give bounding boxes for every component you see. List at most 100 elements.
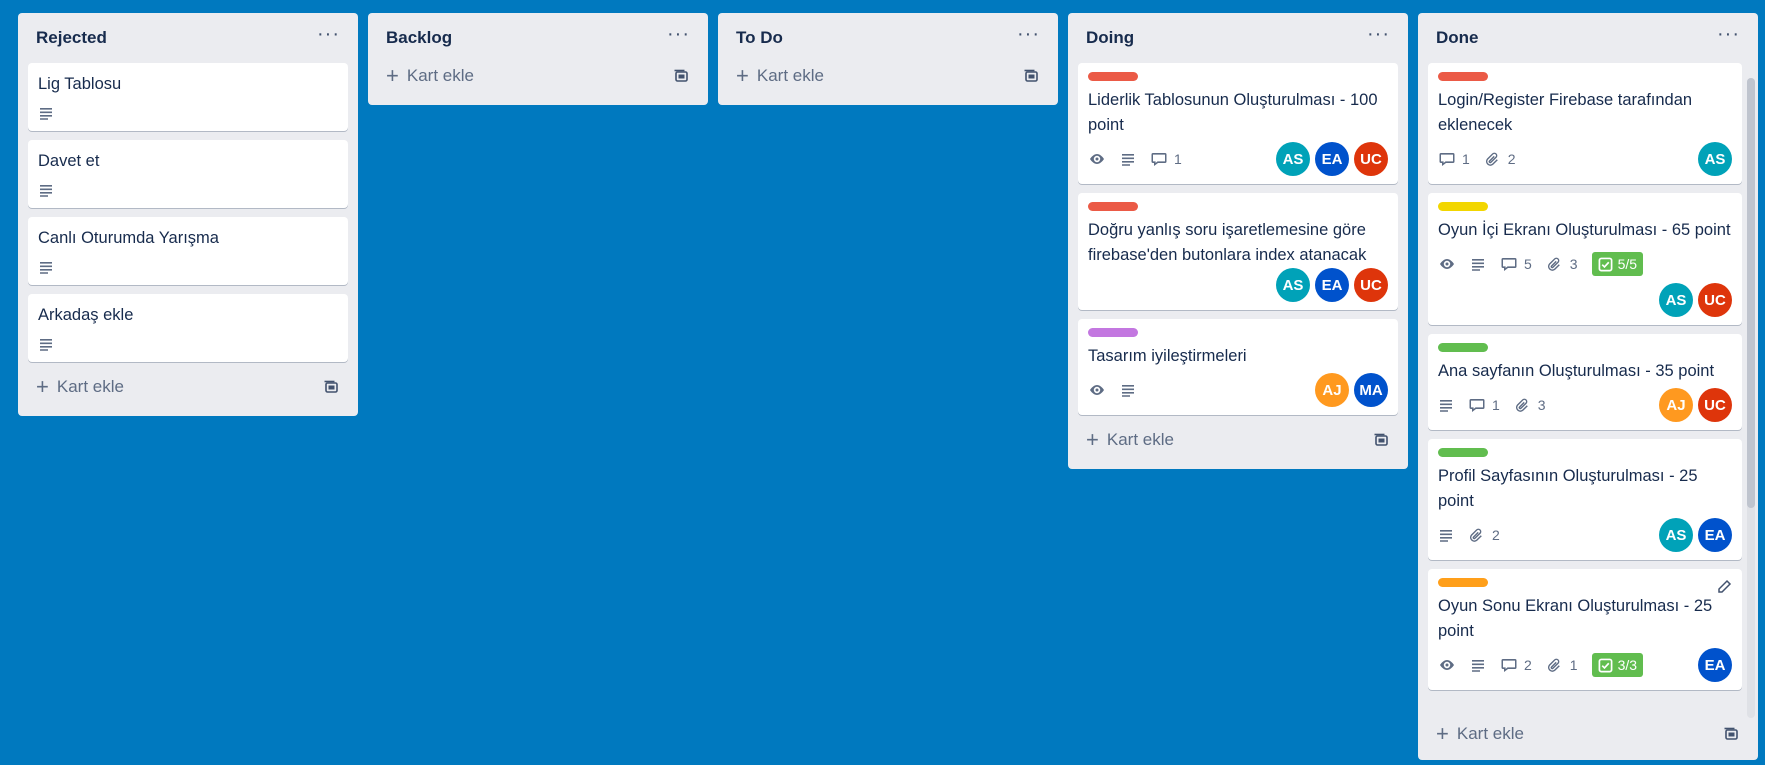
attachments-badge: 2 [1468,526,1500,544]
card-title: Davet et [38,152,100,170]
scrollbar[interactable] [1747,78,1755,718]
comment-icon [1150,150,1168,168]
list-title[interactable]: To Do [736,28,783,48]
list-backlog: Backlog ··· + Kart ekle [368,13,708,105]
list-menu-button[interactable]: ··· [1367,24,1390,52]
watch-badge [1438,656,1456,674]
attachment-count: 2 [1492,527,1500,543]
avatar[interactable]: AS [1698,142,1732,176]
watch-badge [1438,255,1456,273]
card-label-red[interactable] [1088,72,1138,81]
template-icon[interactable] [672,67,690,85]
card[interactable]: Oyun Sonu Ekranı Oluşturulması - 25 poin… [1428,569,1742,690]
attachments-badge: 3 [1546,255,1578,273]
card[interactable]: Lig Tablosu [28,63,348,131]
avatar[interactable]: UC [1354,268,1388,302]
attachment-count: 1 [1569,657,1578,673]
card-label-green[interactable] [1438,448,1488,457]
comment-count: 1 [1462,151,1470,167]
attachment-icon [1546,255,1564,273]
list-title[interactable]: Rejected [36,28,107,48]
comment-icon [1468,396,1486,414]
plus-icon: + [1436,721,1449,746]
list-menu-button[interactable]: ··· [667,24,690,52]
comment-count: 5 [1524,256,1532,272]
list-rejected: Rejected ··· Lig Tablosu Davet et Canlı … [18,13,358,416]
add-card-button[interactable]: + Kart ekle [36,376,124,398]
avatar[interactable]: UC [1354,142,1388,176]
list-title[interactable]: Done [1436,28,1479,48]
avatar[interactable]: MA [1354,373,1388,407]
checklist-count: 5/5 [1617,256,1638,272]
description-badge [1438,527,1454,543]
add-card-button[interactable]: + Kart ekle [736,65,824,87]
card[interactable]: Ana sayfanın Oluşturulması - 35 point 1 … [1428,334,1742,430]
comment-icon [1438,150,1456,168]
avatar[interactable]: AS [1659,518,1693,552]
card-label-yellow[interactable] [1438,202,1488,211]
card[interactable]: Davet et [28,140,348,208]
card-title: Canlı Oturumda Yarışma [38,229,219,247]
template-icon[interactable] [1022,67,1040,85]
description-icon [1120,382,1136,398]
avatar[interactable]: EA [1698,518,1732,552]
list-header: Doing ··· [1078,13,1398,63]
add-card-button[interactable]: + Kart ekle [386,65,474,87]
template-icon[interactable] [322,378,340,396]
list-menu-button[interactable]: ··· [1717,24,1740,52]
card[interactable]: Profil Sayfasının Oluşturulması - 25 poi… [1428,439,1742,560]
card[interactable]: Doğru yanlış soru işaretlemesine göre fi… [1078,193,1398,310]
card-label-purple[interactable] [1088,328,1138,337]
description-badge [1120,151,1136,167]
avatar[interactable]: AS [1276,268,1310,302]
card-label-green[interactable] [1438,343,1488,352]
card[interactable]: Oyun İçi Ekranı Oluşturulması - 65 point… [1428,193,1742,325]
list-done: Done ··· Login/Register Firebase tarafın… [1418,13,1758,760]
card[interactable]: Canlı Oturumda Yarışma [28,217,348,285]
attachment-icon [1514,396,1532,414]
card[interactable]: Arkadaş ekle [28,294,348,362]
avatar[interactable]: EA [1315,142,1349,176]
template-icon[interactable] [1372,431,1390,449]
list-menu-button[interactable]: ··· [1017,24,1040,52]
avatar[interactable]: UC [1698,388,1732,422]
description-icon [1438,527,1454,543]
card-label-red[interactable] [1438,72,1488,81]
avatar[interactable]: AS [1659,283,1693,317]
attachments-badge: 3 [1514,396,1546,414]
add-card-row: + Kart ekle [1428,713,1748,755]
card[interactable]: Tasarım iyileştirmeleri AJ MA [1078,319,1398,415]
list-title[interactable]: Doing [1086,28,1134,48]
card-label-red[interactable] [1088,202,1138,211]
add-card-row: + Kart ekle [728,55,1048,97]
avatar[interactable]: EA [1315,268,1349,302]
comment-count: 1 [1492,397,1500,413]
comments-badge: 1 [1468,396,1500,414]
eye-icon [1438,656,1456,674]
card-label-orange[interactable] [1438,578,1488,587]
avatar[interactable]: AS [1276,142,1310,176]
list-cards-scroll[interactable]: Login/Register Firebase tarafından eklen… [1428,63,1748,713]
attachments-badge: 2 [1484,150,1516,168]
description-icon [38,336,54,352]
description-icon [38,105,54,121]
board: Rejected ··· Lig Tablosu Davet et Canlı … [0,0,1765,765]
scroll-thumb[interactable] [1747,78,1755,508]
add-card-button[interactable]: + Kart ekle [1436,723,1524,745]
list-title[interactable]: Backlog [386,28,452,48]
avatar[interactable]: AJ [1315,373,1349,407]
card[interactable]: Login/Register Firebase tarafından eklen… [1428,63,1742,184]
add-card-button[interactable]: + Kart ekle [1086,429,1174,451]
pencil-icon[interactable] [1716,579,1732,600]
add-card-label: Kart ekle [1456,724,1524,743]
card[interactable]: Liderlik Tablosunun Oluşturulması - 100 … [1078,63,1398,184]
avatar[interactable]: UC [1698,283,1732,317]
template-icon[interactable] [1722,725,1740,743]
list-menu-button[interactable]: ··· [317,24,340,52]
avatar[interactable]: AJ [1659,388,1693,422]
attachment-count: 3 [1569,256,1578,272]
card-title: Arkadaş ekle [38,306,134,324]
avatar[interactable]: EA [1698,648,1732,682]
plus-icon: + [386,63,399,88]
add-card-label: Kart ekle [56,377,124,396]
